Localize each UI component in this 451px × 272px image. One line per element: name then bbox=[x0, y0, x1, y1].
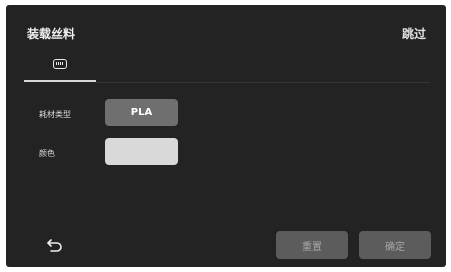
back-arrow-icon bbox=[47, 239, 62, 252]
tab-filament[interactable] bbox=[24, 53, 96, 83]
tab-active-indicator bbox=[24, 80, 96, 82]
reset-button[interactable]: 重置 bbox=[276, 231, 348, 259]
color-label: 颜色 bbox=[39, 149, 55, 158]
back-button[interactable] bbox=[44, 233, 66, 255]
material-type-label: 耗材类型 bbox=[39, 110, 71, 119]
confirm-button[interactable]: 确定 bbox=[359, 231, 431, 259]
filament-spool-icon bbox=[53, 59, 67, 69]
skip-button[interactable]: 跳过 bbox=[402, 25, 426, 42]
tab-divider bbox=[96, 82, 430, 83]
screen: 装载丝料 跳过 耗材类型 PLA 颜色 重置 确定 bbox=[6, 5, 446, 267]
color-swatch-button[interactable] bbox=[105, 138, 178, 165]
material-type-button[interactable]: PLA bbox=[105, 99, 178, 126]
page-title: 装载丝料 bbox=[27, 27, 76, 41]
